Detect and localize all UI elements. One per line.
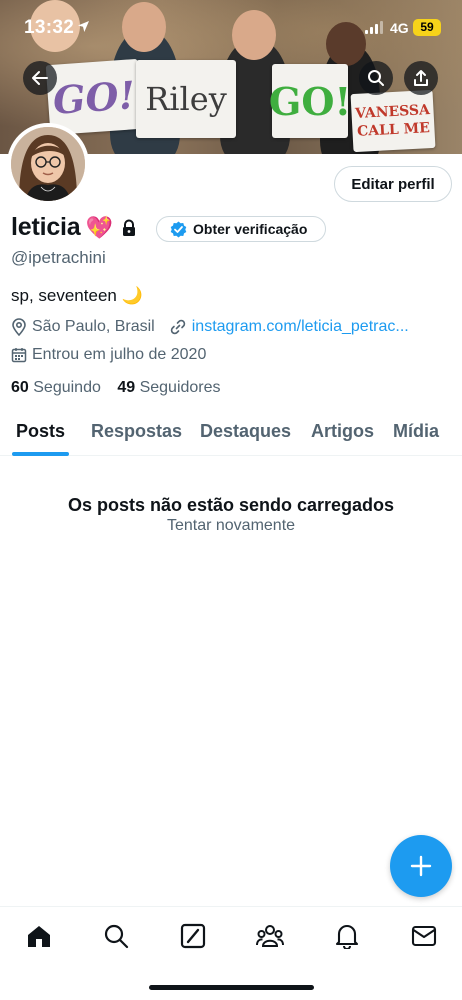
profile-joined-row: Entrou em julho de 2020 bbox=[11, 344, 206, 366]
followers-count: 49 bbox=[117, 379, 136, 396]
location-pin-icon bbox=[12, 318, 26, 336]
nav-grok[interactable] bbox=[178, 921, 208, 951]
search-icon bbox=[104, 924, 129, 949]
search-icon bbox=[368, 70, 384, 86]
share-icon bbox=[414, 70, 428, 86]
tab-replies[interactable]: Respostas bbox=[91, 421, 182, 442]
following-count: 60 bbox=[11, 379, 29, 396]
back-button[interactable] bbox=[23, 61, 57, 95]
profile-location: São Paulo, Brasil bbox=[32, 318, 155, 335]
arrow-left-icon bbox=[32, 71, 48, 85]
get-verified-button[interactable]: Obter verificação bbox=[156, 216, 326, 242]
tab-media[interactable]: Mídia bbox=[393, 421, 439, 442]
banner-sign-vanessa: VANESSA CALL ME bbox=[350, 89, 436, 153]
profile-bio: sp, seventeen 🌙 bbox=[11, 286, 143, 305]
nav-messages[interactable] bbox=[409, 921, 439, 951]
lock-icon bbox=[122, 219, 135, 236]
search-button[interactable] bbox=[359, 61, 393, 95]
notifications-icon bbox=[335, 925, 359, 949]
feed-error-title: Os posts não estão sendo carregados bbox=[67, 495, 395, 515]
signal-icon bbox=[365, 21, 383, 34]
followers-label: Seguidores bbox=[139, 379, 221, 396]
home-indicator bbox=[149, 985, 314, 990]
nav-search[interactable] bbox=[101, 921, 131, 951]
messages-icon bbox=[411, 925, 437, 947]
profile-website-link[interactable]: instagram.com/leticia_petrac... bbox=[192, 318, 409, 336]
tab-posts[interactable]: Posts bbox=[16, 421, 65, 442]
edit-profile-button[interactable]: Editar perfil bbox=[334, 166, 452, 202]
profile-handle: @ipetrachini bbox=[11, 248, 106, 267]
profile-joined-date: Entrou em julho de 2020 bbox=[32, 346, 207, 363]
compose-button[interactable] bbox=[390, 835, 452, 897]
home-icon bbox=[28, 926, 50, 947]
status-time: 13:32 bbox=[24, 17, 75, 38]
name-emoji: 💖 bbox=[85, 214, 113, 240]
tab-articles[interactable]: Artigos bbox=[311, 421, 374, 442]
avatar[interactable] bbox=[7, 123, 89, 205]
location-arrow-icon bbox=[78, 21, 89, 32]
display-name: leticia bbox=[11, 213, 81, 241]
retry-button[interactable]: Tentar novamente bbox=[0, 517, 462, 535]
nav-communities[interactable] bbox=[255, 921, 285, 951]
profile-tabs: Posts Respostas Destaques Artigos Mídia bbox=[0, 410, 462, 456]
display-name-row: leticia 💖 bbox=[11, 213, 137, 242]
battery-indicator: 59 bbox=[413, 19, 441, 36]
verified-badge-icon bbox=[170, 221, 187, 237]
plus-icon bbox=[410, 855, 432, 877]
network-type: 4G bbox=[390, 20, 409, 36]
follow-stats: 60 Seguindo 49 Seguidores bbox=[11, 379, 221, 397]
nav-notifications[interactable] bbox=[332, 921, 362, 951]
link-icon bbox=[170, 319, 185, 335]
banner-sign-go-2: GO! bbox=[269, 64, 351, 138]
get-verified-label: Obter verificação bbox=[193, 221, 308, 237]
status-bar: 13:32 4G 59 bbox=[0, 0, 462, 54]
grok-icon bbox=[180, 923, 206, 949]
following-label: Seguindo bbox=[33, 379, 101, 396]
tab-highlights[interactable]: Destaques bbox=[200, 421, 291, 442]
nav-home[interactable] bbox=[24, 921, 54, 951]
calendar-icon bbox=[11, 348, 27, 363]
active-tab-indicator bbox=[12, 452, 69, 456]
followers-link[interactable]: 49 Seguidores bbox=[117, 379, 220, 396]
following-link[interactable]: 60 Seguindo bbox=[11, 379, 105, 396]
avatar-image bbox=[11, 127, 85, 201]
share-button[interactable] bbox=[404, 61, 438, 95]
banner-sign-riley: Riley bbox=[136, 60, 236, 138]
banner-sign-go-1: GO! bbox=[45, 58, 143, 136]
profile-meta-row: São Paulo, Brasil instagram.com/leticia_… bbox=[11, 316, 409, 338]
communities-icon bbox=[256, 925, 284, 947]
